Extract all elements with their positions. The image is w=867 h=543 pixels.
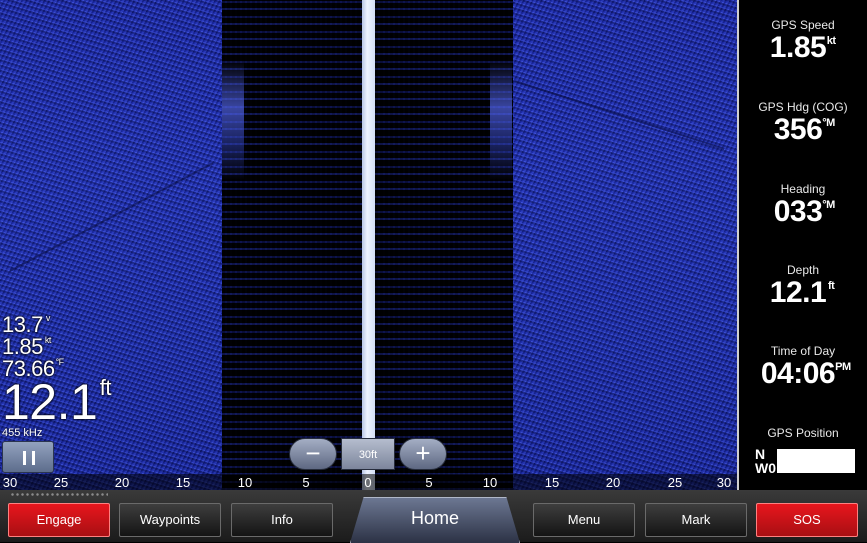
bottom-feature-left bbox=[222, 60, 244, 180]
scale-tick: 20 bbox=[605, 475, 621, 490]
sos-button[interactable]: SOS bbox=[756, 503, 858, 537]
zoom-in-button[interactable]: + bbox=[399, 438, 447, 470]
longitude-prefix: W0 bbox=[755, 460, 776, 476]
voltage-readout: 13.7 v bbox=[2, 312, 50, 337]
scale-tick: 5 bbox=[425, 475, 433, 490]
waypoints-button[interactable]: Waypoints bbox=[119, 503, 221, 537]
sonar-return-right bbox=[513, 0, 737, 490]
scale-tick: 15 bbox=[544, 475, 560, 490]
gps-position-label: GPS Position bbox=[767, 426, 839, 440]
data-panel: GPS Speed 1.85kt GPS Hdg (COG) 356°M Hea… bbox=[737, 0, 867, 490]
scale-tick: 10 bbox=[482, 475, 498, 490]
time-of-day-value: 04:06PM bbox=[760, 357, 851, 390]
scale-tick: 30 bbox=[716, 475, 732, 490]
position-redaction bbox=[777, 449, 855, 473]
home-button[interactable]: Home bbox=[350, 497, 520, 543]
boat-track-centerline bbox=[362, 0, 375, 490]
time-of-day-label: Time of Day bbox=[770, 344, 836, 358]
scale-tick: 25 bbox=[53, 475, 69, 490]
scale-tick: 20 bbox=[114, 475, 130, 490]
pause-icon bbox=[23, 451, 26, 465]
gps-heading-value: 356°M bbox=[773, 113, 836, 146]
zoom-out-button[interactable]: − bbox=[289, 438, 337, 470]
depth-field: Depth 12.1 ft bbox=[739, 263, 867, 309]
scale-tick: 10 bbox=[237, 475, 253, 490]
info-button[interactable]: Info bbox=[231, 503, 333, 537]
depth-readout: 12.1 ft bbox=[2, 374, 111, 430]
range-label: 30ft bbox=[341, 438, 395, 470]
scale-tick: 15 bbox=[175, 475, 191, 490]
heading-label: Heading bbox=[780, 182, 826, 196]
mark-button[interactable]: Mark bbox=[645, 503, 747, 537]
menu-button[interactable]: Menu bbox=[533, 503, 635, 537]
gps-heading-field: GPS Hdg (COG) 356°M bbox=[739, 100, 867, 146]
scale-tick: 25 bbox=[667, 475, 683, 490]
scale-tick: 5 bbox=[302, 475, 310, 490]
speed-readout: 1.85 kt bbox=[2, 334, 51, 359]
gps-speed-field: GPS Speed 1.85kt bbox=[739, 18, 867, 64]
bottom-feature-right bbox=[490, 60, 512, 180]
gps-speed-value: 1.85kt bbox=[769, 31, 836, 64]
pause-icon-bar bbox=[32, 451, 35, 465]
depth-label: Depth bbox=[786, 263, 820, 277]
engage-button[interactable]: Engage bbox=[8, 503, 110, 537]
page-indicator-dots bbox=[10, 492, 108, 497]
frequency-readout: 455 kHz bbox=[2, 427, 43, 439]
range-scale: 30 25 20 15 10 5 0 5 10 15 20 25 30 bbox=[0, 474, 737, 490]
time-of-day-field: Time of Day 04:06PM bbox=[739, 344, 867, 390]
gps-heading-label: GPS Hdg (COG) bbox=[758, 100, 848, 114]
gps-position-field: GPS Position bbox=[739, 426, 867, 440]
heading-value: 033°M bbox=[773, 195, 836, 228]
heading-field: Heading 033°M bbox=[739, 182, 867, 228]
scale-tick: 0 bbox=[364, 475, 372, 490]
sidescan-sonar-view[interactable]: 13.7 v 1.85 kt 73.66°F 12.1 ft 455 kHz − 30… bbox=[0, 0, 737, 490]
scale-tick: 30 bbox=[2, 475, 18, 490]
depth-value: 12.1 ft bbox=[769, 276, 835, 309]
gps-speed-label: GPS Speed bbox=[771, 18, 835, 32]
pause-button[interactable] bbox=[2, 441, 54, 473]
